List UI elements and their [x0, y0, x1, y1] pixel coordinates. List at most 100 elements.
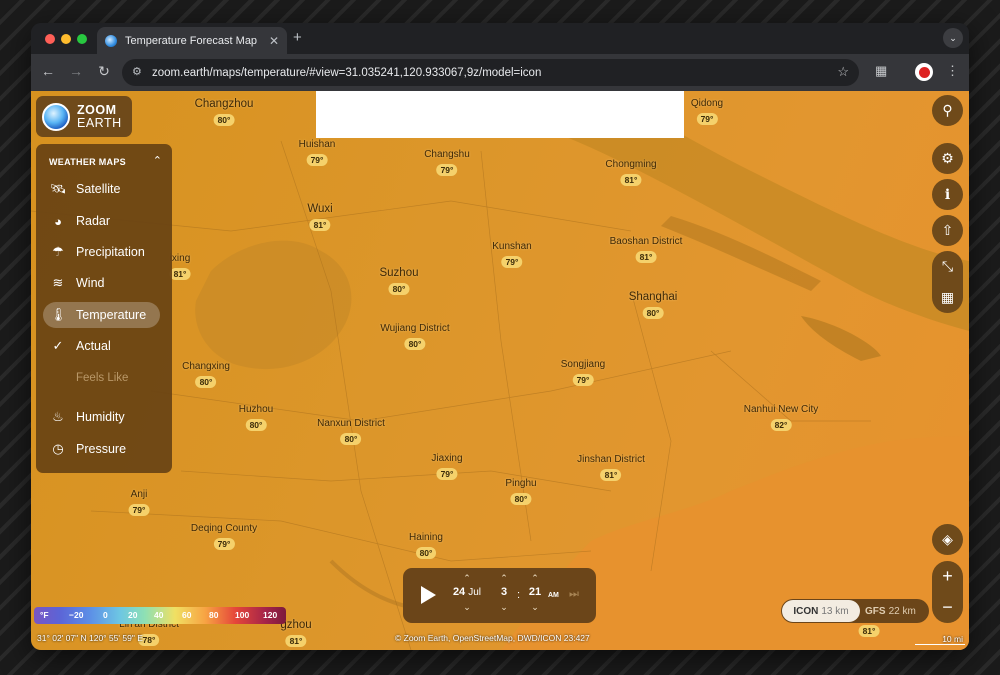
chevron-up-icon[interactable]: ⌃	[153, 154, 162, 167]
chevron-up-icon[interactable]: ⌃	[525, 573, 545, 583]
city-label[interactable]: Changxing 80°	[182, 361, 230, 390]
city-name: Shanghai	[628, 291, 678, 303]
map-attribution[interactable]: © Zoom Earth, OpenStreetMap, DWD/ICON 23…	[395, 633, 590, 643]
model-gfs-button[interactable]: GFS 22 km	[865, 600, 916, 622]
forward-arrow-icon[interactable]: →	[67, 63, 85, 79]
site-info-icon[interactable]: ⚙	[132, 65, 142, 78]
city-label[interactable]: ixing 81°	[169, 253, 191, 282]
city-label[interactable]: Haining 80°	[409, 532, 443, 561]
legend-tick: 120	[263, 610, 278, 620]
temperature-badge: 79°	[696, 113, 718, 125]
bookmark-star-icon[interactable]: ☆	[837, 64, 849, 80]
address-bar[interactable]: ⚙ zoom.earth/maps/temperature/#view=31.0…	[122, 59, 859, 86]
temperature-badge: 79°	[436, 164, 458, 176]
city-name: Baoshan District	[609, 236, 683, 247]
city-label[interactable]: Huishan 79°	[299, 139, 335, 168]
measure-line-icon[interactable]: ⤡	[942, 258, 953, 275]
play-icon[interactable]	[421, 586, 436, 604]
city-label[interactable]: Songjiang 79°	[561, 359, 605, 388]
chevron-up-icon[interactable]: ⌃	[449, 573, 485, 583]
area-select-icon[interactable]: ▦	[941, 289, 954, 306]
city-label[interactable]: Huzhou 80°	[239, 404, 273, 433]
city-label[interactable]: Kunshan 79°	[492, 241, 532, 270]
minute-value: 21	[528, 586, 542, 598]
city-label[interactable]: Deqing County 79°	[191, 523, 257, 552]
city-label[interactable]: gzhou 81°	[280, 619, 312, 649]
close-window-button[interactable]	[45, 34, 55, 44]
city-label[interactable]: Jinshan District 81°	[577, 454, 645, 483]
tab-search-button[interactable]: ⌄	[943, 28, 963, 48]
city-label[interactable]: Baoshan District 81°	[609, 236, 683, 265]
sidebar-item-precipitation[interactable]: ☂ Precipitation	[43, 239, 160, 265]
reload-icon[interactable]: ↻	[95, 63, 113, 80]
chevron-up-icon[interactable]: ⌃	[497, 573, 511, 583]
model-icon-button[interactable]: ICON 13 km	[782, 600, 860, 622]
temperature-badge: 79°	[306, 154, 328, 166]
info-button[interactable]: i	[932, 179, 963, 210]
sidebar-item-feels-like[interactable]: Feels Like	[43, 365, 160, 391]
humidity-icon: ♨	[52, 409, 64, 424]
city-label[interactable]: Changshu 79°	[424, 149, 470, 178]
time-slider[interactable]: ⌃ 24 Jul ⌄ ⌃ 3 ⌄ : ⌃ 21 ⌄ AM ⏭	[403, 568, 596, 623]
back-arrow-icon[interactable]: ←	[39, 63, 57, 79]
city-label[interactable]: Wuxi 81°	[307, 203, 333, 233]
profile-avatar[interactable]	[915, 63, 933, 81]
new-tab-button[interactable]: +	[293, 29, 302, 46]
layers-button[interactable]: ◈	[932, 524, 963, 555]
zoom-window-button[interactable]	[77, 34, 87, 44]
city-label[interactable]: Qidong 79°	[691, 98, 723, 127]
city-label[interactable]: Wujiang District 80°	[380, 323, 450, 352]
zoom-out-icon[interactable]: −	[942, 597, 953, 618]
sidebar-item-satellite[interactable]: 🛰 Satellite	[43, 176, 160, 202]
city-label[interactable]: Suzhou 80°	[379, 267, 419, 297]
city-name: Pinghu	[505, 478, 537, 489]
sidebar-item-wind[interactable]: ≋ Wind	[43, 270, 160, 296]
sidebar-item-radar[interactable]: ◕ Radar	[43, 208, 160, 234]
city-label[interactable]: Changzhou 80°	[195, 98, 253, 128]
temperature-legend[interactable]: °F −20 0 20 40 60 80 100 120	[34, 607, 286, 624]
share-icon: ⇧	[941, 222, 954, 238]
model-toggle: ICON 13 km GFS 22 km	[781, 599, 929, 623]
sidebar-header: WEATHER MAPS	[49, 157, 126, 167]
zoom-earth-logo[interactable]: ZOOM EARTH	[36, 96, 132, 137]
chevron-down-icon[interactable]: ⌄	[449, 602, 485, 612]
browser-menu-icon[interactable]: ⋮	[946, 63, 959, 79]
check-icon: ✓	[52, 338, 64, 353]
city-label[interactable]: 81°	[858, 621, 880, 639]
month-value: Jul	[468, 587, 482, 598]
temperature-badge: 79°	[501, 256, 523, 268]
legend-tick: 60	[182, 610, 192, 620]
city-label[interactable]: Nanxun District 80°	[317, 418, 385, 447]
precipitation-icon: ☂	[52, 244, 64, 259]
sidebar-item-actual[interactable]: ✓ Actual	[43, 333, 160, 359]
city-name: Huzhou	[238, 404, 274, 415]
active-tab[interactable]: Temperature Forecast Map | 2 ✕	[97, 27, 287, 54]
temperature-badge: 79°	[572, 374, 594, 386]
city-label[interactable]: Pinghu 80°	[505, 478, 537, 507]
chevron-down-icon[interactable]: ⌄	[497, 602, 511, 612]
temperature-map[interactable]: Changzhou 80° Qidong 79° Huishan 79° Changshu 7…	[31, 91, 969, 650]
city-label[interactable]: Anji 79°	[128, 489, 150, 518]
city-label[interactable]: Chongming 81°	[605, 159, 657, 188]
city-label[interactable]: Jiaxing 79°	[431, 453, 463, 482]
chevron-down-icon[interactable]: ⌄	[525, 602, 545, 612]
sidebar-item-pressure[interactable]: ◷ Pressure	[43, 436, 160, 462]
zoom-in-icon[interactable]: +	[942, 566, 953, 587]
skip-to-end-icon[interactable]: ⏭	[569, 588, 579, 601]
minimize-window-button[interactable]	[61, 34, 71, 44]
search-button[interactable]: ⚲	[932, 95, 963, 126]
extensions-puzzle-icon[interactable]: ▦	[875, 63, 887, 79]
city-name: Jinshan District	[577, 454, 645, 465]
settings-button[interactable]: ⚙	[932, 143, 963, 174]
minute-picker[interactable]: ⌃ 21 ⌄	[525, 573, 545, 612]
city-name: Nanhui New City	[743, 404, 819, 415]
sidebar-item-humidity[interactable]: ♨ Humidity	[43, 404, 160, 430]
map-scale: 10 mi	[915, 634, 965, 645]
date-picker[interactable]: ⌃ 24 Jul ⌄	[449, 573, 485, 612]
city-label[interactable]: Nanhui New City 82°	[744, 404, 818, 433]
sidebar-item-temperature[interactable]: 🌡 Temperature	[43, 302, 160, 328]
hour-picker[interactable]: ⌃ 3 ⌄	[497, 573, 511, 612]
tab-close-icon[interactable]: ✕	[269, 34, 279, 48]
share-button[interactable]: ⇧	[932, 215, 963, 246]
city-label[interactable]: Shanghai 80°	[628, 291, 678, 321]
